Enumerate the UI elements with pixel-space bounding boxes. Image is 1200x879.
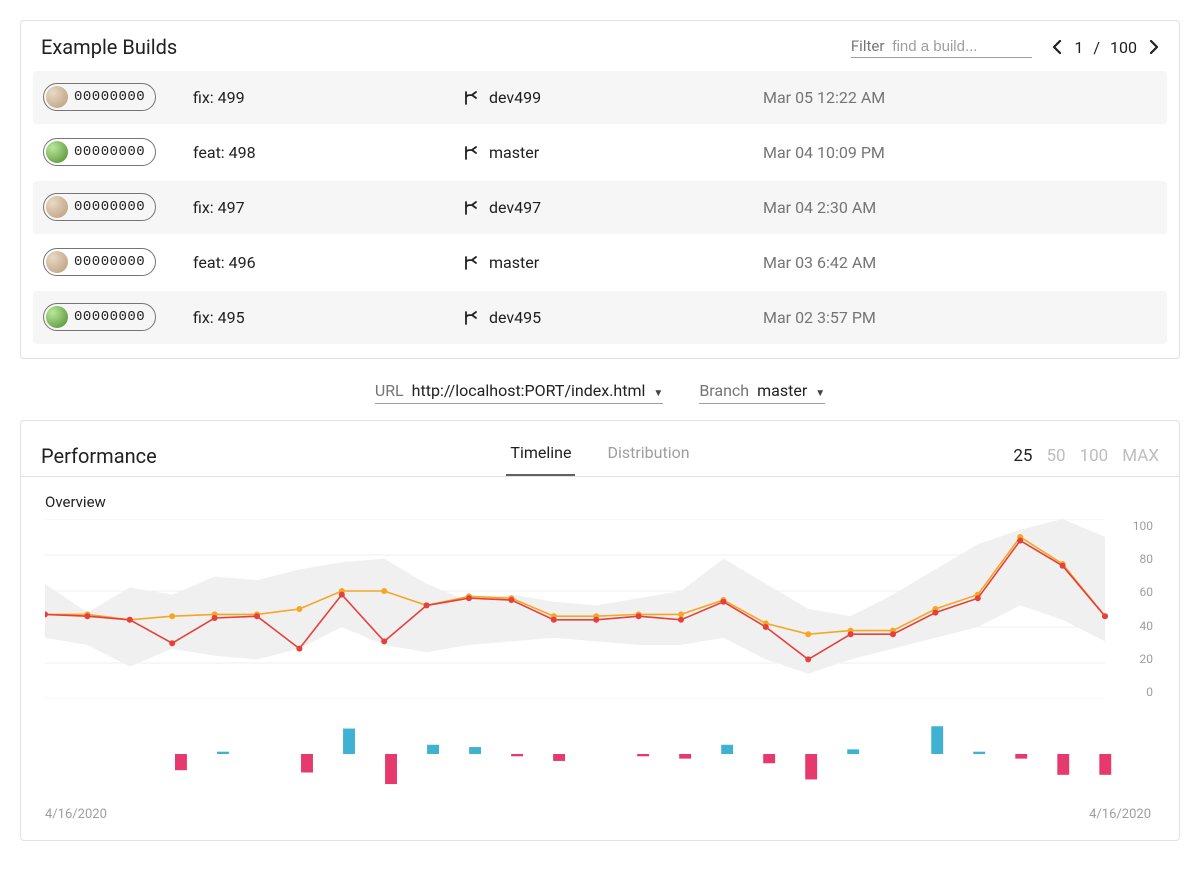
builds-title: Example Builds	[41, 35, 177, 59]
url-selector-label: URL	[375, 381, 404, 400]
avatar	[46, 141, 68, 163]
commit-message: feat: 498	[193, 143, 463, 162]
commit-hash-pill[interactable]: 00000000	[43, 83, 156, 111]
pager-sep: /	[1093, 38, 1100, 57]
perf-tabs: Timeline Distribution	[506, 435, 693, 476]
url-selector-value: http://localhost:PORT/index.html	[412, 381, 646, 400]
overview-label: Overview	[21, 477, 1179, 519]
branch-icon	[463, 200, 479, 216]
branch-name: master	[489, 143, 539, 162]
overview-chart: 100 80 60 40 20 0	[21, 519, 1179, 707]
y-axis-ticks: 100 80 60 40 20 0	[1133, 519, 1153, 699]
table-row[interactable]: 00000000 fix: 495 dev495 Mar 02 3:57 PM	[33, 291, 1167, 344]
date-end: 4/16/2020	[1089, 807, 1151, 822]
performance-card: Performance Timeline Distribution 25 50 10…	[20, 420, 1180, 841]
filter-field[interactable]: Filter	[851, 37, 1033, 58]
selectors-row: URL http://localhost:PORT/index.html ▼ B…	[20, 377, 1180, 420]
example-builds-card: Example Builds Filter 1 / 100 00000000 fi…	[20, 20, 1180, 359]
range-option-25[interactable]: 25	[1013, 446, 1032, 466]
y-tick: 40	[1133, 619, 1153, 633]
performance-title: Performance	[41, 444, 506, 468]
overview-line-chart	[45, 519, 1135, 699]
y-tick: 100	[1133, 519, 1153, 533]
commit-hash-pill[interactable]: 00000000	[43, 248, 156, 276]
branch-icon	[463, 90, 479, 106]
pager-prev-icon[interactable]	[1052, 40, 1064, 54]
avatar	[46, 251, 68, 273]
range-selector: 25 50 100 MAX	[1013, 446, 1159, 466]
branch-icon	[463, 255, 479, 271]
range-option-100[interactable]: 100	[1080, 446, 1109, 466]
build-time: Mar 04 2:30 AM	[763, 198, 1157, 217]
avatar	[46, 86, 68, 108]
branch-name: dev499	[489, 88, 541, 107]
builds-header: Example Builds Filter 1 / 100	[21, 21, 1179, 69]
dropdown-icon: ▼	[653, 388, 663, 399]
build-time: Mar 03 6:42 AM	[763, 253, 1157, 272]
commit-hash: 00000000	[74, 89, 145, 105]
table-row[interactable]: 00000000 fix: 499 dev499 Mar 05 12:22 AM	[33, 71, 1167, 124]
date-axis: 4/16/2020 4/16/2020	[21, 797, 1179, 840]
commit-message: fix: 495	[193, 308, 463, 327]
commit-message: fix: 499	[193, 88, 463, 107]
branch-name: dev495	[489, 308, 541, 327]
performance-header: Performance Timeline Distribution 25 50 10…	[21, 421, 1179, 476]
branch-selector-value: master	[757, 381, 807, 400]
commit-message: fix: 497	[193, 198, 463, 217]
y-tick: 80	[1133, 552, 1153, 566]
build-time: Mar 05 12:22 AM	[763, 88, 1157, 107]
branch-cell: dev497	[463, 198, 763, 217]
date-start: 4/16/2020	[45, 807, 107, 822]
branch-selector-label: Branch	[699, 381, 749, 400]
table-row[interactable]: 00000000 fix: 497 dev497 Mar 04 2:30 AM	[33, 181, 1167, 234]
pager-next-icon[interactable]	[1147, 40, 1159, 54]
y-tick: 20	[1133, 652, 1153, 666]
branch-selector[interactable]: Branch master ▼	[699, 381, 825, 404]
filter-label: Filter	[851, 37, 885, 55]
branch-name: dev497	[489, 198, 541, 217]
dropdown-icon: ▼	[815, 388, 825, 399]
range-option-max[interactable]: MAX	[1122, 446, 1159, 466]
build-time: Mar 02 3:57 PM	[763, 308, 1157, 327]
branch-cell: master	[463, 253, 763, 272]
tab-distribution[interactable]: Distribution	[603, 435, 693, 476]
branch-name: master	[489, 253, 539, 272]
y-tick: 0	[1133, 685, 1153, 699]
avatar	[46, 306, 68, 328]
commit-hash-pill[interactable]: 00000000	[43, 138, 156, 166]
branch-cell: dev495	[463, 308, 763, 327]
build-time: Mar 04 10:09 PM	[763, 143, 1157, 162]
branch-cell: dev499	[463, 88, 763, 107]
branch-icon	[463, 310, 479, 326]
pager: 1 / 100	[1052, 38, 1159, 57]
commit-message: feat: 496	[193, 253, 463, 272]
table-row[interactable]: 00000000 feat: 496 master Mar 03 6:42 AM	[33, 236, 1167, 289]
commit-hash: 00000000	[74, 309, 145, 325]
table-row[interactable]: 00000000 feat: 498 master Mar 04 10:09 PM	[33, 126, 1167, 179]
commit-hash: 00000000	[74, 254, 145, 270]
pager-current: 1	[1074, 38, 1083, 57]
builds-controls: Filter 1 / 100	[851, 37, 1159, 58]
diff-chart	[21, 707, 1179, 797]
url-selector[interactable]: URL http://localhost:PORT/index.html ▼	[375, 381, 664, 404]
avatar	[46, 196, 68, 218]
commit-hash: 00000000	[74, 144, 145, 160]
branch-icon	[463, 145, 479, 161]
y-tick: 60	[1133, 585, 1153, 599]
tab-timeline[interactable]: Timeline	[506, 435, 575, 476]
pager-total: 100	[1110, 38, 1137, 57]
commit-hash-pill[interactable]: 00000000	[43, 193, 156, 221]
branch-cell: master	[463, 143, 763, 162]
builds-list: 00000000fix: 499dev499Mar 05 12:22 AM000…	[21, 71, 1179, 358]
range-option-50[interactable]: 50	[1046, 446, 1065, 466]
commit-hash-pill[interactable]: 00000000	[43, 303, 156, 331]
diff-bar-chart	[45, 719, 1135, 789]
commit-hash: 00000000	[74, 199, 145, 215]
filter-input[interactable]	[892, 38, 1032, 55]
